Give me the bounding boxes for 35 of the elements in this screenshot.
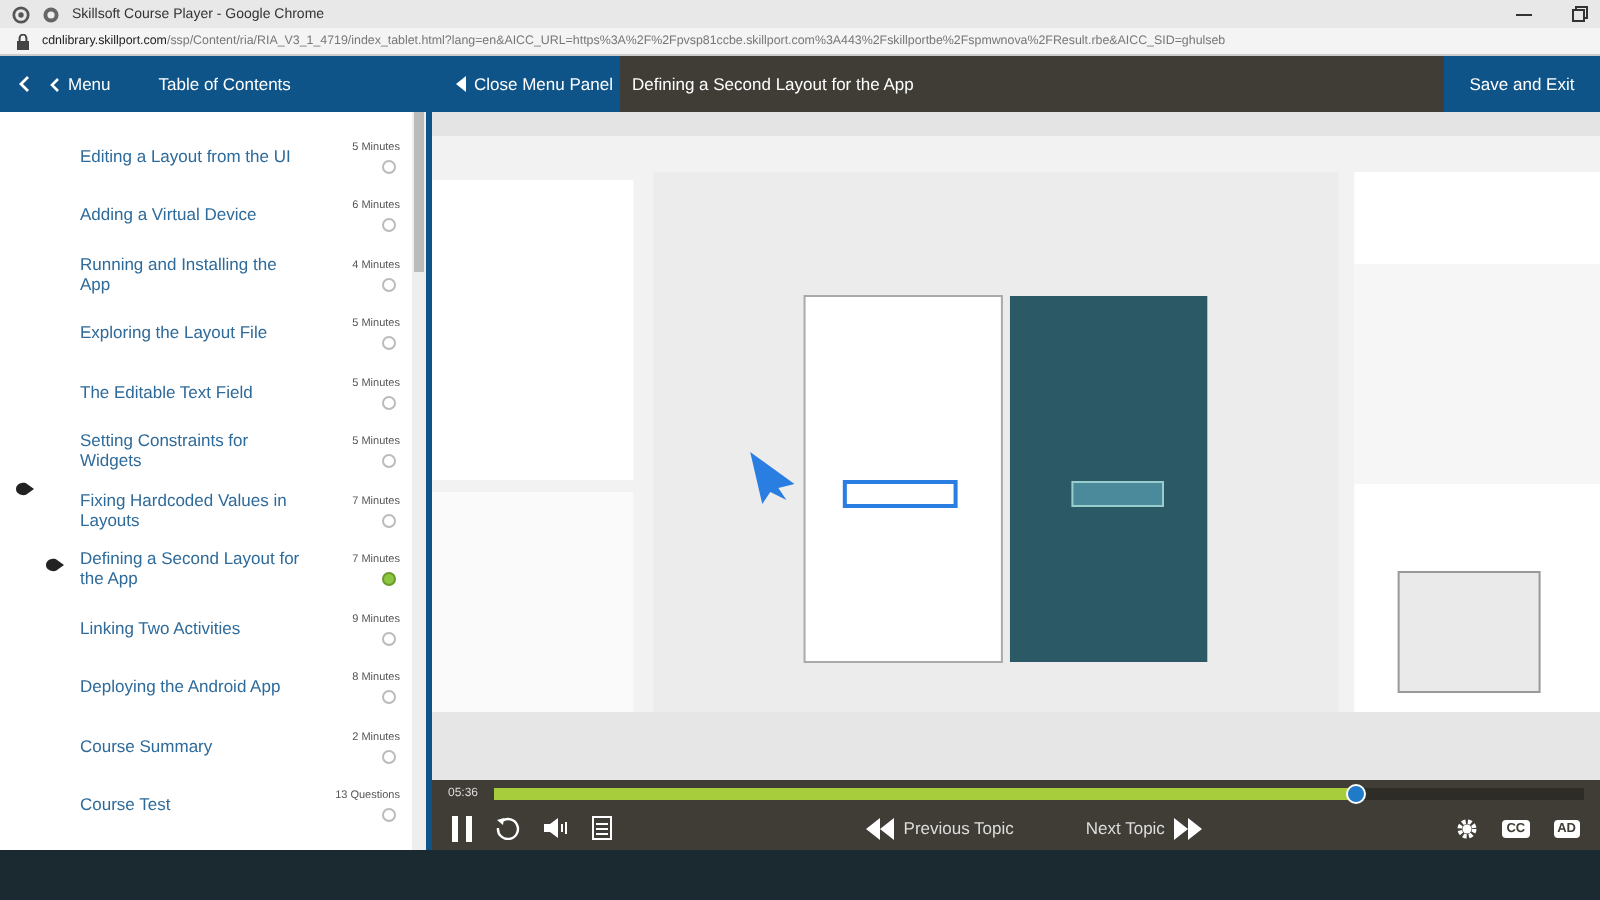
save-exit-button[interactable]: Save and Exit <box>1444 56 1600 112</box>
double-right-icon <box>1174 817 1203 839</box>
settings-icon[interactable] <box>1456 817 1479 839</box>
topic-link[interactable]: Setting Constraints for Widgets <box>80 432 304 473</box>
restore-icon[interactable] <box>1572 6 1588 22</box>
panel-title: Table of Contents <box>158 74 291 94</box>
topic-link[interactable]: Defining a Second Layout for the App <box>80 550 304 591</box>
back-icon[interactable] <box>18 76 30 92</box>
topic-link[interactable]: Running and Installing the App <box>80 255 304 296</box>
topic-link[interactable]: Course Test <box>80 796 304 817</box>
rewind-icon[interactable] <box>496 816 520 840</box>
progress-track[interactable] <box>494 787 1584 799</box>
close-panel-button[interactable]: Close Menu Panel <box>440 56 620 112</box>
triangle-left-icon <box>456 76 466 92</box>
topic-link[interactable]: Linking Two Activities <box>80 619 304 640</box>
topic-link[interactable]: The Editable Text Field <box>80 383 304 404</box>
pause-icon[interactable] <box>452 815 472 841</box>
topic-link[interactable]: Deploying the Android App <box>80 678 304 699</box>
volume-icon[interactable] <box>544 818 568 838</box>
topic-link[interactable]: Exploring the Layout File <box>80 324 304 345</box>
topic-link[interactable]: Editing a Layout from the UI <box>80 147 304 168</box>
next-topic-button[interactable]: Next Topic <box>1085 817 1203 839</box>
lock-icon <box>16 33 30 49</box>
site-icon <box>42 5 60 23</box>
progress-handle[interactable] <box>1345 783 1366 803</box>
topic-link[interactable]: Fixing Hardcoded Values in Layouts <box>80 491 304 532</box>
previous-topic-button[interactable]: Previous Topic <box>865 817 1014 839</box>
topic-title: Defining a Second Layout for the App <box>632 74 914 94</box>
scrollbar[interactable] <box>412 112 426 850</box>
topic-link[interactable]: Course Summary <box>80 737 304 758</box>
double-left-icon <box>865 817 894 839</box>
notes-icon[interactable] <box>592 816 612 840</box>
menu-button[interactable]: Menu <box>50 74 111 94</box>
topic-link[interactable]: Adding a Virtual Device <box>80 206 304 227</box>
chevron-left-icon <box>50 77 60 91</box>
